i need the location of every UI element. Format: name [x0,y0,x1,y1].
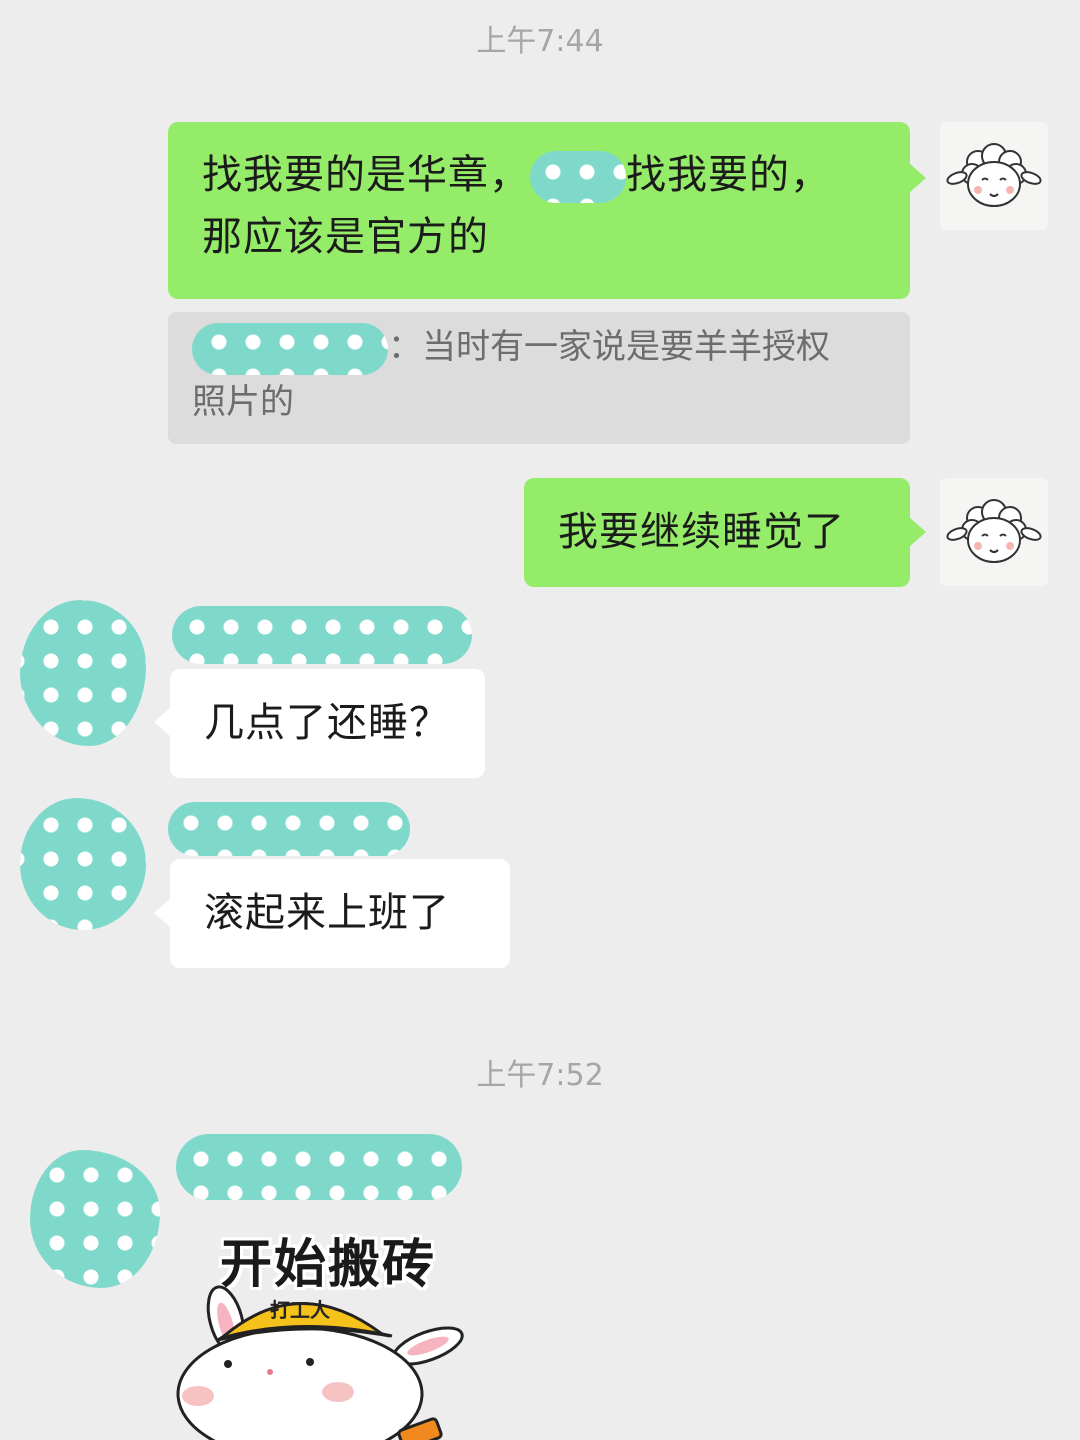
sheep-icon[interactable] [940,478,1048,586]
timestamp: 上午7:44 [476,24,604,59]
quoted-message[interactable]: ：当时有一家说是要羊羊授权 照片的 [168,312,910,444]
message-bubble-other[interactable]: 滚起来上班了 [170,859,510,968]
message-bubble-other[interactable]: 几点了还睡？ [170,669,485,778]
timestamp: 上午7:52 [476,1058,604,1093]
redacted-name [176,1134,462,1200]
redacted-name [530,151,626,203]
bubble-tail [154,898,171,928]
redacted-name [192,322,388,375]
message-text: 找我要的是华章， [202,152,530,198]
avatar[interactable] [30,1150,160,1288]
redacted-name [168,802,410,856]
quote-text: 照片的 [192,381,294,422]
message-text: 几点了还睡？ [204,700,450,746]
message-bubble-self[interactable]: 找我要的是华章， 找我要的， 那应该是官方的 [168,122,910,299]
message-text: 找我要的， [626,152,831,198]
message-text: 滚起来上班了 [204,890,450,936]
bubble-tail [909,163,926,193]
quote-text: ：当时有一家说是要羊羊授权 [388,327,830,367]
message-bubble-self[interactable]: 我要继续睡觉了 [524,478,910,587]
sticker-message[interactable]: 开始搬砖 打工人 [170,1212,470,1440]
redacted-name [172,606,472,664]
message-text: 我要继续睡觉了 [558,509,845,555]
hat-text: 打工人 [270,1298,330,1322]
sheep-icon[interactable] [940,122,1048,230]
bubble-tail [154,707,171,737]
bubble-tail [909,517,926,547]
message-text: 那应该是官方的 [202,214,489,260]
avatar[interactable] [20,600,146,746]
avatar[interactable] [20,798,146,930]
